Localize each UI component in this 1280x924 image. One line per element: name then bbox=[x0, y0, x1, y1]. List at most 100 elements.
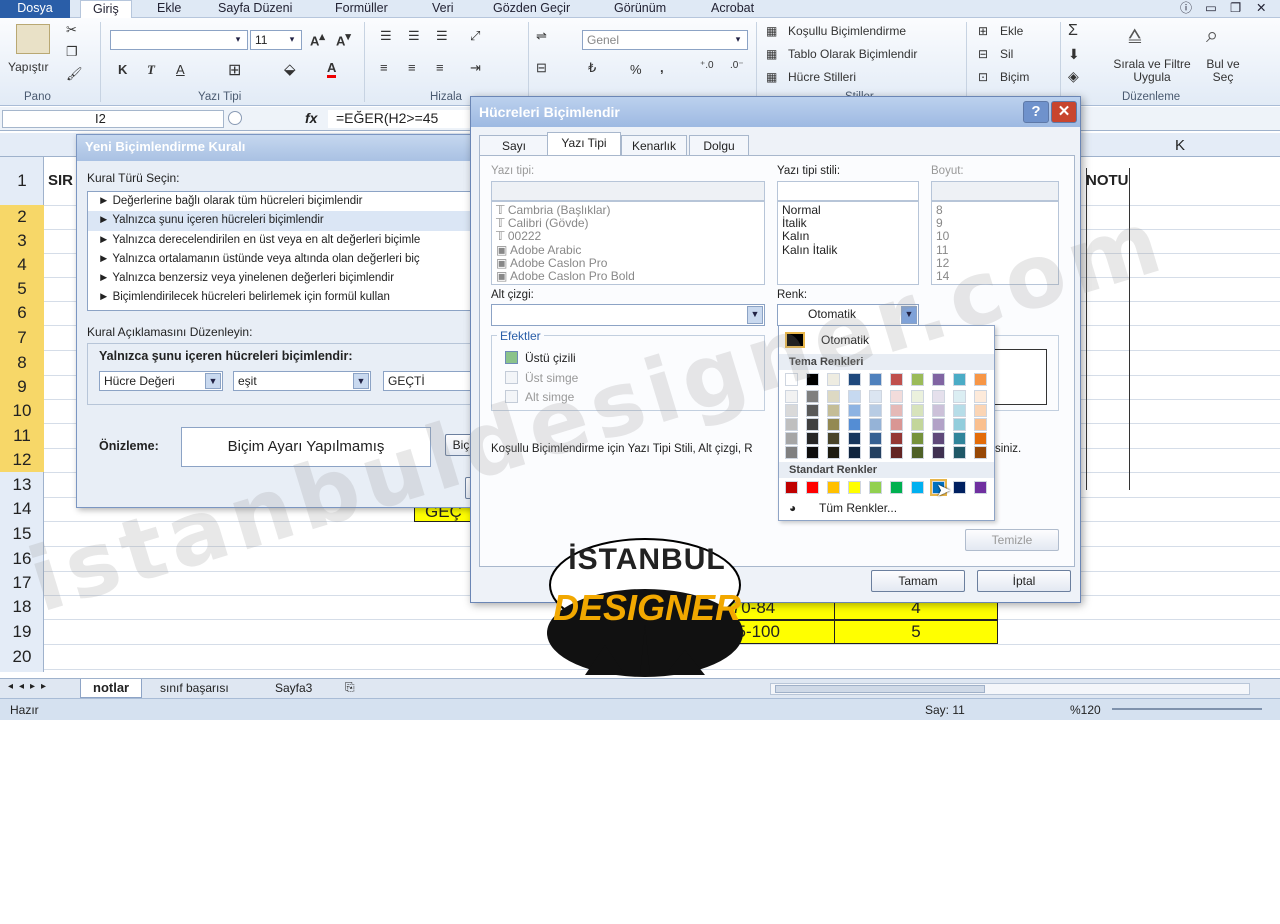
color-select[interactable]: Otomatik ▼ bbox=[777, 304, 919, 326]
cut-icon[interactable]: ✂ bbox=[66, 22, 77, 38]
row-header[interactable]: 3 bbox=[0, 229, 44, 253]
conditional-format-icon[interactable]: ▦ bbox=[766, 24, 777, 38]
standard-color-swatch[interactable] bbox=[911, 481, 924, 494]
align-right-icon[interactable]: ≡ bbox=[436, 60, 444, 75]
size-list[interactable]: 8 9 10 11 12 14 bbox=[931, 201, 1059, 285]
theme-shade-swatch[interactable] bbox=[806, 390, 819, 403]
auto-color-swatch[interactable] bbox=[785, 332, 805, 348]
theme-shade-swatch[interactable] bbox=[848, 404, 861, 417]
theme-shade-swatch[interactable] bbox=[785, 390, 798, 403]
theme-color-swatch[interactable] bbox=[848, 373, 861, 386]
clear-icon[interactable]: ◈ bbox=[1068, 68, 1079, 85]
rule-type-item[interactable]: ► Yalnızca benzersiz veya yinelenen değe… bbox=[88, 269, 474, 288]
italic-icon[interactable]: T bbox=[147, 62, 155, 78]
delete-cells-icon[interactable]: ⊟ bbox=[978, 47, 988, 61]
delete-cells-button[interactable]: Sil bbox=[1000, 47, 1013, 61]
theme-shade-swatch[interactable] bbox=[953, 418, 966, 431]
new-sheet-icon[interactable]: ⎘ bbox=[345, 680, 355, 695]
ribbon-restore-icon[interactable]: ❐ bbox=[1230, 0, 1241, 18]
tab-home[interactable]: Giriş bbox=[80, 0, 132, 18]
standard-color-swatch[interactable] bbox=[869, 481, 882, 494]
theme-shade-swatch[interactable] bbox=[953, 446, 966, 459]
theme-shade-swatch[interactable] bbox=[911, 404, 924, 417]
row-header[interactable]: 1 bbox=[0, 157, 44, 205]
rule-type-item-selected[interactable]: ► Yalnızca şunu içeren hücreleri biçimle… bbox=[88, 211, 474, 231]
tab-review[interactable]: Gözden Geçir bbox=[493, 0, 570, 18]
standard-color-swatch[interactable] bbox=[974, 481, 987, 494]
zoom-slider[interactable] bbox=[1112, 708, 1262, 710]
size-item[interactable]: 14 bbox=[932, 269, 1058, 283]
subscript-checkbox[interactable] bbox=[505, 390, 518, 403]
find-select-button[interactable]: Bul ve Seç bbox=[1198, 58, 1248, 84]
row-header[interactable]: 9 bbox=[0, 375, 44, 399]
clear-button[interactable]: Temizle bbox=[965, 529, 1059, 551]
borders-icon[interactable]: ⊞ bbox=[228, 60, 241, 80]
fx-icon[interactable]: fx bbox=[305, 110, 317, 126]
insert-cells-button[interactable]: Ekle bbox=[1000, 24, 1023, 38]
bold-icon[interactable]: K bbox=[118, 62, 127, 77]
decrease-decimal-icon[interactable]: .0⁻ bbox=[730, 60, 744, 71]
row-header[interactable]: 14 bbox=[0, 497, 44, 521]
rule-type-item[interactable]: ► Biçimlendirilecek hücreleri belirlemek… bbox=[88, 288, 474, 307]
sheet-nav-icon[interactable]: ◂◂▸▸ bbox=[8, 681, 52, 692]
row-header[interactable]: 7 bbox=[0, 325, 44, 350]
format-cells-button[interactable]: Biçim bbox=[1000, 70, 1029, 84]
standard-color-swatch[interactable] bbox=[785, 481, 798, 494]
row-header[interactable]: 11 bbox=[0, 423, 44, 448]
font-style-input[interactable] bbox=[777, 181, 919, 201]
font-style-list[interactable]: Normal İtalik Kalın Kalın İtalik bbox=[777, 201, 919, 285]
theme-shade-swatch[interactable] bbox=[785, 404, 798, 417]
theme-shade-swatch[interactable] bbox=[974, 418, 987, 431]
grow-font-icon[interactable]: A▴ bbox=[310, 30, 325, 48]
format-as-table-icon[interactable]: ▦ bbox=[766, 47, 777, 61]
theme-shade-swatch[interactable] bbox=[932, 390, 945, 403]
row-header[interactable]: 6 bbox=[0, 301, 44, 325]
size-item[interactable]: 10 bbox=[932, 230, 1058, 243]
tab-view[interactable]: Görünüm bbox=[614, 0, 666, 18]
horizontal-scrollbar[interactable] bbox=[770, 683, 1250, 695]
font-size-select[interactable]: 11 ▾ bbox=[250, 30, 302, 50]
number-format-select[interactable]: Genel ▾ bbox=[582, 30, 748, 50]
theme-shade-swatch[interactable] bbox=[953, 432, 966, 445]
theme-shade-swatch[interactable] bbox=[890, 390, 903, 403]
theme-shade-swatch[interactable] bbox=[932, 418, 945, 431]
align-middle-icon[interactable]: ☰ bbox=[408, 28, 420, 44]
theme-shade-swatch[interactable] bbox=[974, 390, 987, 403]
row-header[interactable]: 2 bbox=[0, 205, 44, 229]
theme-shade-swatch[interactable] bbox=[890, 432, 903, 445]
theme-shade-swatch[interactable] bbox=[953, 404, 966, 417]
theme-shade-swatch[interactable] bbox=[890, 446, 903, 459]
theme-shade-swatch[interactable] bbox=[827, 390, 840, 403]
comma-icon[interactable]: , bbox=[660, 60, 664, 75]
formula-input[interactable]: =EĞER(H2>=45 bbox=[328, 110, 478, 128]
theme-shade-swatch[interactable] bbox=[932, 404, 945, 417]
percent-icon[interactable]: % bbox=[630, 62, 642, 77]
theme-shade-swatch[interactable] bbox=[869, 418, 882, 431]
horizontal-scrollbar-thumb[interactable] bbox=[775, 685, 985, 693]
insert-cells-icon[interactable]: ⊞ bbox=[978, 24, 988, 38]
theme-color-swatch[interactable] bbox=[974, 373, 987, 386]
condition-value-input[interactable]: GEÇTİ bbox=[383, 371, 475, 391]
theme-shade-swatch[interactable] bbox=[953, 390, 966, 403]
help-icon[interactable]: ⓘ bbox=[1180, 0, 1192, 18]
rule-type-item[interactable]: ► Değerlerine bağlı olarak tüm hücreleri… bbox=[88, 192, 474, 211]
increase-decimal-icon[interactable]: ⁺.0 bbox=[700, 60, 714, 71]
row-header[interactable]: 5 bbox=[0, 277, 44, 301]
row-header[interactable]: 8 bbox=[0, 350, 44, 375]
help-button[interactable]: ? bbox=[1023, 101, 1049, 123]
theme-shade-swatch[interactable] bbox=[785, 446, 798, 459]
theme-shade-swatch[interactable] bbox=[827, 432, 840, 445]
grade-cell-19[interactable]: 5 bbox=[834, 620, 998, 644]
format-painter-icon[interactable]: 🖌 bbox=[66, 66, 83, 82]
row-header[interactable]: 15 bbox=[0, 521, 44, 546]
standard-color-swatch[interactable] bbox=[827, 481, 840, 494]
ribbon-minimize-icon[interactable]: ▭ bbox=[1205, 0, 1217, 18]
font-style-item[interactable]: Kalın bbox=[778, 230, 918, 243]
tab-insert[interactable]: Ekle bbox=[157, 0, 181, 18]
theme-color-swatch[interactable] bbox=[806, 373, 819, 386]
theme-shade-swatch[interactable] bbox=[869, 446, 882, 459]
fill-color-icon[interactable]: ⬙ bbox=[284, 60, 296, 78]
row-header[interactable]: 12 bbox=[0, 448, 44, 472]
theme-shade-swatch[interactable] bbox=[869, 390, 882, 403]
theme-shade-swatch[interactable] bbox=[890, 404, 903, 417]
